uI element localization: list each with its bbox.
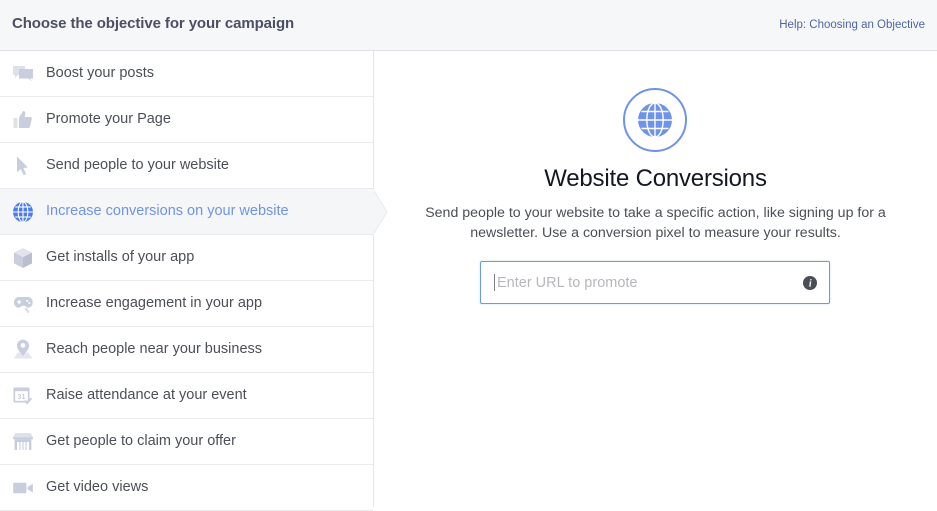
objective-item-2[interactable]: Send people to your website xyxy=(0,143,373,189)
objective-item-9[interactable]: Get video views xyxy=(0,465,373,511)
page-header: Choose the objective for your campaign H… xyxy=(0,0,937,51)
objective-item-3[interactable]: Increase conversions on your website xyxy=(0,189,373,235)
objective-item-6[interactable]: Reach people near your business xyxy=(0,327,373,373)
box-icon xyxy=(10,245,36,271)
objective-list: Boost your posts Promote your Page Send … xyxy=(0,51,374,507)
help-link[interactable]: Help: Choosing an Objective xyxy=(779,19,925,31)
objective-item-0[interactable]: Boost your posts xyxy=(0,51,373,97)
calendar-check-icon: 31 xyxy=(10,383,36,409)
storefront-icon xyxy=(10,429,36,455)
map-pin-icon xyxy=(10,337,36,363)
video-camera-icon xyxy=(10,475,36,501)
url-input[interactable]: Enter URL to promote xyxy=(497,275,803,291)
objective-item-label: Raise attendance at your event xyxy=(46,388,247,403)
objective-item-5[interactable]: Increase engagement in your app xyxy=(0,281,373,327)
objective-item-1[interactable]: Promote your Page xyxy=(0,97,373,143)
objective-item-7[interactable]: 31 Raise attendance at your event xyxy=(0,373,373,419)
objective-item-label: Reach people near your business xyxy=(46,342,262,357)
campaign-objective-chooser: Choose the objective for your campaign H… xyxy=(0,0,937,507)
globe-icon xyxy=(10,199,36,225)
objective-title: Website Conversions xyxy=(374,165,937,193)
objective-item-label: Increase conversions on your website xyxy=(46,204,289,219)
info-icon[interactable]: i xyxy=(803,276,817,290)
thumbs-up-icon xyxy=(10,107,36,133)
objective-item-label: Get installs of your app xyxy=(46,250,194,265)
objective-item-4[interactable]: Get installs of your app xyxy=(0,235,373,281)
text-caret xyxy=(494,274,495,291)
objective-detail-panel: Website Conversions Send people to your … xyxy=(374,51,937,507)
svg-text:31: 31 xyxy=(18,392,26,401)
objective-item-label: Send people to your website xyxy=(46,158,229,173)
objective-item-label: Get people to claim your offer xyxy=(46,434,236,449)
objective-item-label: Promote your Page xyxy=(46,112,171,127)
objective-item-label: Boost your posts xyxy=(46,66,154,81)
url-input-wrapper[interactable]: Enter URL to promote i xyxy=(480,261,830,304)
gamepad-icon xyxy=(10,291,36,317)
globe-icon xyxy=(622,87,688,153)
objective-description: Send people to your website to take a sp… xyxy=(424,203,887,243)
objective-item-8[interactable]: Get people to claim your offer xyxy=(0,419,373,465)
cursor-arrow-icon xyxy=(10,153,36,179)
speech-bubbles-icon xyxy=(10,61,36,87)
objective-item-label: Get video views xyxy=(46,480,148,495)
page-title: Choose the objective for your campaign xyxy=(12,15,294,32)
svg-text:i: i xyxy=(809,278,812,289)
objective-item-label: Increase engagement in your app xyxy=(46,296,262,311)
